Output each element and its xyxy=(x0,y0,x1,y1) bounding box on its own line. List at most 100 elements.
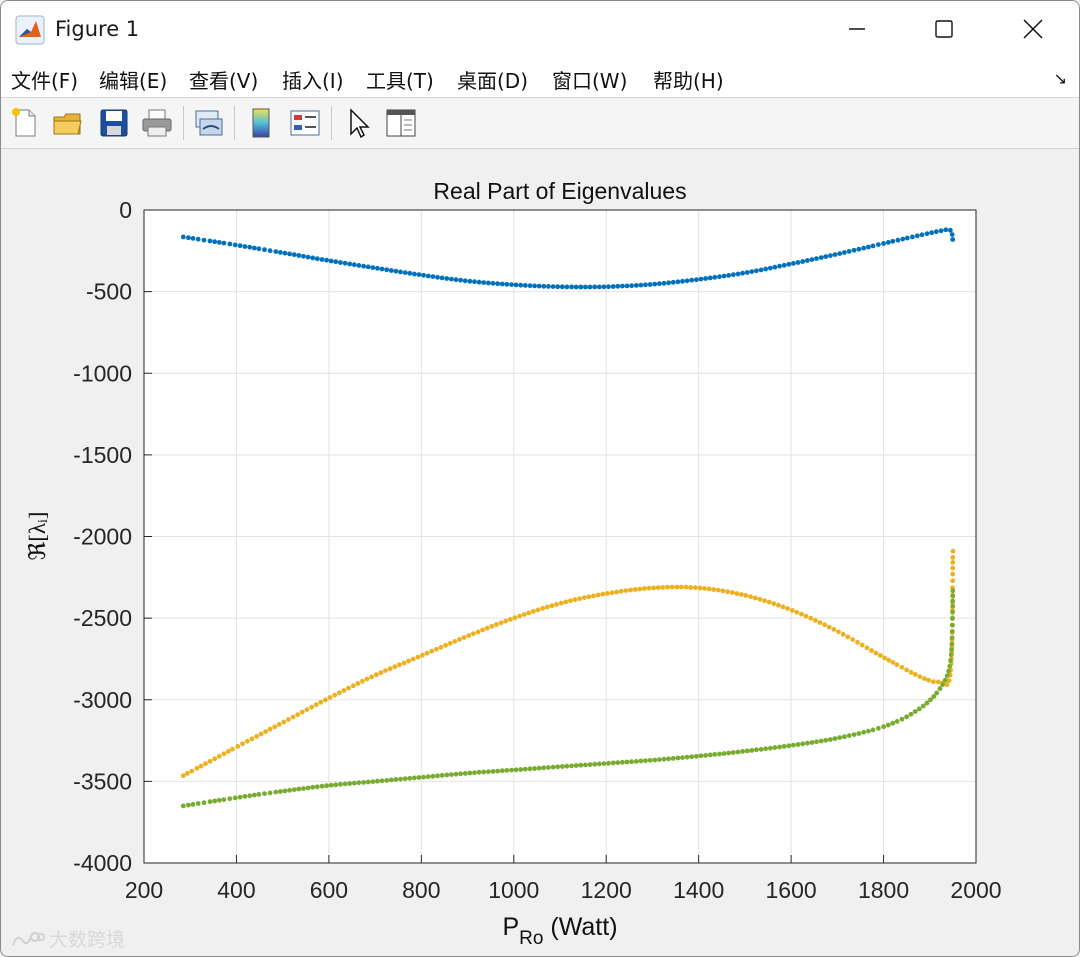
data-point xyxy=(680,755,685,760)
minimize-button[interactable] xyxy=(827,9,887,49)
data-point xyxy=(808,615,814,621)
data-point xyxy=(495,768,500,774)
data-point xyxy=(230,746,235,752)
data-point xyxy=(434,646,439,652)
data-point xyxy=(563,599,569,605)
open-file-icon[interactable] xyxy=(50,105,86,141)
data-point xyxy=(606,760,611,766)
figure-window: Figure 1 文件(F) 编辑(E) 查看(V) 插入(I) 工具(T) 桌… xyxy=(0,0,1080,957)
new-figure-icon[interactable] xyxy=(7,105,43,141)
data-point xyxy=(573,763,579,768)
data-point xyxy=(346,685,351,691)
data-point xyxy=(536,765,542,771)
pointer-icon[interactable] xyxy=(341,105,377,141)
data-point xyxy=(950,598,956,604)
menu-file[interactable]: 文件(F) xyxy=(11,65,78,94)
data-point xyxy=(950,609,955,615)
x-tick-label: 600 xyxy=(310,877,348,903)
print-icon[interactable] xyxy=(139,105,175,141)
data-point xyxy=(416,775,422,780)
data-point xyxy=(472,770,477,776)
data-point xyxy=(310,784,316,790)
data-point xyxy=(462,771,468,776)
menu-window[interactable]: 窗口(W) xyxy=(552,65,627,94)
data-point xyxy=(360,678,365,684)
data-point xyxy=(324,257,329,263)
data-point xyxy=(212,756,218,762)
data-point xyxy=(361,263,366,269)
data-point xyxy=(929,230,934,236)
data-point xyxy=(549,603,555,609)
data-point xyxy=(949,641,955,647)
data-point xyxy=(262,791,267,796)
data-point xyxy=(472,279,477,285)
data-point xyxy=(421,774,426,780)
data-point xyxy=(763,266,769,272)
data-point xyxy=(814,739,819,745)
data-point xyxy=(665,584,670,590)
data-point xyxy=(470,631,476,637)
close-button[interactable] xyxy=(1003,9,1063,49)
data-point xyxy=(786,743,792,749)
data-point xyxy=(518,767,524,772)
colorbar-icon[interactable] xyxy=(243,105,279,141)
data-point xyxy=(388,777,394,783)
data-point xyxy=(388,268,394,273)
menu-insert[interactable]: 插入(I) xyxy=(282,65,344,94)
data-point xyxy=(776,602,781,608)
data-point xyxy=(912,672,918,677)
data-point xyxy=(532,283,537,289)
data-point xyxy=(499,768,505,774)
menu-edit[interactable]: 编辑(E) xyxy=(99,65,167,94)
data-point xyxy=(251,245,257,251)
data-point xyxy=(950,548,956,554)
data-point xyxy=(314,256,320,262)
data-point xyxy=(318,699,324,705)
data-point xyxy=(291,787,297,792)
menu-tools[interactable]: 工具(T) xyxy=(366,65,434,94)
data-point xyxy=(568,598,573,604)
data-point xyxy=(467,770,473,776)
x-tick-label: 2000 xyxy=(950,877,1001,903)
menu-overflow-icon[interactable]: ↘ xyxy=(1054,69,1067,88)
toolbar xyxy=(1,98,1079,149)
data-point xyxy=(379,266,385,272)
data-point xyxy=(526,610,532,616)
menu-help[interactable]: 帮助(H) xyxy=(653,65,724,94)
maximize-button[interactable] xyxy=(914,9,974,49)
data-point xyxy=(305,254,311,260)
toolbar-separator xyxy=(331,106,332,140)
x-tick-label: 200 xyxy=(125,877,163,903)
data-point xyxy=(383,668,388,673)
menu-desktop[interactable]: 桌面(D) xyxy=(457,65,528,94)
data-point xyxy=(435,274,440,280)
data-point xyxy=(212,239,218,245)
data-point xyxy=(908,711,914,717)
data-point xyxy=(692,585,698,591)
data-point xyxy=(832,736,838,741)
data-point xyxy=(457,637,462,642)
data-point xyxy=(950,588,956,594)
data-point xyxy=(777,263,782,269)
data-point xyxy=(475,629,481,635)
data-point xyxy=(771,601,777,607)
menu-view[interactable]: 查看(V) xyxy=(189,65,258,94)
data-point xyxy=(198,763,204,769)
legend-icon[interactable] xyxy=(287,105,323,141)
data-point xyxy=(914,233,920,239)
data-point xyxy=(866,244,871,250)
link-plot-icon[interactable] xyxy=(191,105,227,141)
data-point xyxy=(541,283,547,289)
data-point xyxy=(481,769,487,775)
data-point xyxy=(781,744,787,749)
data-point xyxy=(287,251,292,257)
data-point xyxy=(484,625,490,631)
data-point xyxy=(734,591,740,596)
data-point xyxy=(216,753,222,759)
data-point xyxy=(513,282,519,288)
data-point xyxy=(624,283,630,289)
data-point xyxy=(637,586,643,592)
property-editor-icon[interactable] xyxy=(383,105,419,141)
data-point xyxy=(375,778,380,784)
save-icon[interactable] xyxy=(96,105,132,141)
